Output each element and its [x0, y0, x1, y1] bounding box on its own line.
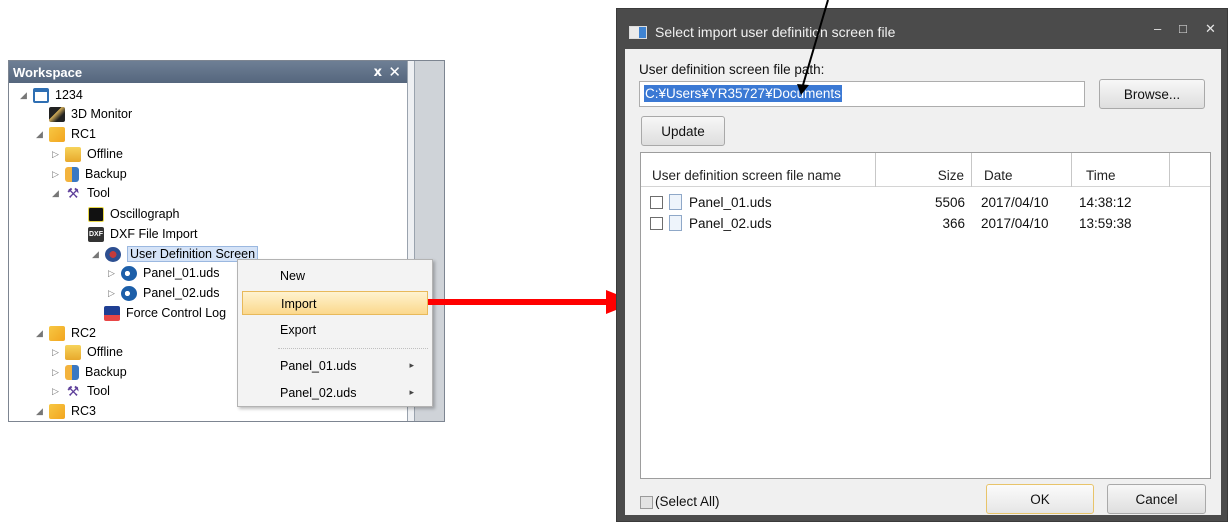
pointer-line-annotation: [797, 0, 829, 95]
